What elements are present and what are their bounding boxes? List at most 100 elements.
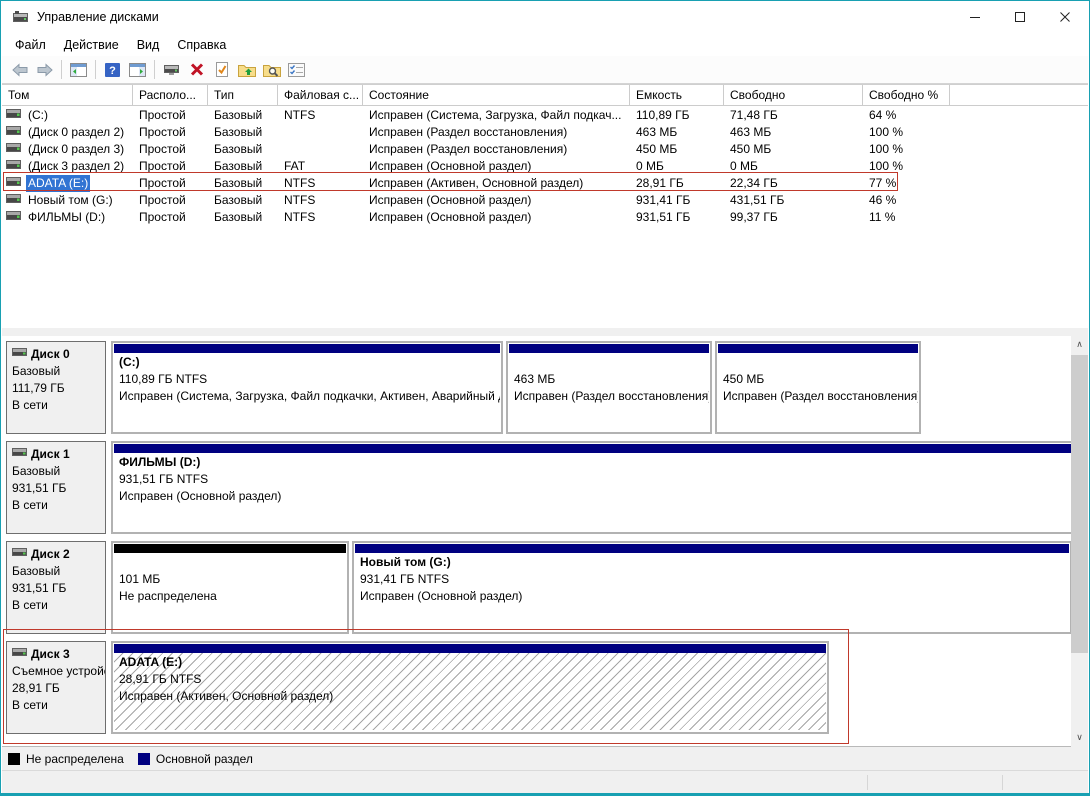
folder-explore-icon[interactable] <box>259 58 284 81</box>
disk-label-box[interactable]: Диск 0 Базовый 111,79 ГБ В сети <box>6 341 106 434</box>
minimize-button[interactable] <box>953 1 998 33</box>
partition-box[interactable]: 450 МБ Исправен (Раздел восстановления) <box>715 341 921 434</box>
column-header-status[interactable]: Состояние <box>363 85 630 105</box>
cell-free-pct: 46 % <box>863 192 950 209</box>
disk-state: В сети <box>12 397 100 414</box>
folder-up-icon[interactable] <box>234 58 259 81</box>
back-icon[interactable] <box>7 58 32 81</box>
table-row[interactable]: ADATA (E:) Простой Базовый NTFS Исправен… <box>2 175 1088 192</box>
cell-free-pct: 77 % <box>863 175 950 192</box>
legend-swatch <box>8 753 20 765</box>
maximize-button[interactable] <box>998 1 1043 33</box>
show-action-pane-icon[interactable] <box>125 58 150 81</box>
column-header-empty <box>950 85 1088 105</box>
toolbar-separator <box>95 60 96 79</box>
disk-name: Диск 3 <box>31 646 70 663</box>
vertical-scrollbar[interactable]: ∧ ∨ <box>1071 336 1088 747</box>
partition-status: Исправен (Раздел восстановления) <box>514 388 704 405</box>
disk-state: В сети <box>12 697 100 714</box>
partition-size: 28,91 ГБ NTFS <box>119 671 821 688</box>
volume-name: Новый том (G:) <box>26 192 115 209</box>
scrollbar-thumb[interactable] <box>1071 355 1088 653</box>
scroll-up-icon[interactable]: ∧ <box>1071 336 1088 353</box>
cell-filesystem: NTFS <box>278 209 363 226</box>
table-header: Том Располо... Тип Файловая с... Состоян… <box>2 85 1088 106</box>
menu-item[interactable]: Справка <box>168 35 235 55</box>
table-row[interactable]: (Диск 3 раздел 2) Простой Базовый FAT Ис… <box>2 158 1088 175</box>
help-icon[interactable]: ? <box>100 58 125 81</box>
delete-volume-icon[interactable] <box>184 58 209 81</box>
legend-label: Основной раздел <box>156 752 253 766</box>
table-row[interactable]: (Диск 0 раздел 3) Простой Базовый Исправ… <box>2 141 1088 158</box>
cell-layout: Простой <box>133 124 208 141</box>
partition-box[interactable]: Новый том (G:) 931,41 ГБ NTFS Исправен (… <box>352 541 1072 634</box>
legend-swatch <box>138 753 150 765</box>
partitions-track: 101 МБ Не распределена Новый том (G:) 93… <box>111 541 1072 634</box>
partition-color-strip <box>114 444 1071 453</box>
partition-color-strip <box>114 544 346 553</box>
cell-filesystem: NTFS <box>278 192 363 209</box>
column-header-free[interactable]: Свободно <box>724 85 863 105</box>
table-row[interactable]: (C:) Простой Базовый NTFS Исправен (Сист… <box>2 107 1088 124</box>
check-document-icon[interactable] <box>209 58 234 81</box>
column-header-type[interactable]: Тип <box>208 85 278 105</box>
cell-status: Исправен (Система, Загрузка, Файл подкач… <box>363 107 630 124</box>
table-row[interactable]: ФИЛЬМЫ (D:) Простой Базовый NTFS Исправе… <box>2 209 1088 226</box>
volume-name: (C:) <box>26 107 50 124</box>
show-console-tree-icon[interactable] <box>66 58 91 81</box>
table-row[interactable]: Новый том (G:) Простой Базовый NTFS Испр… <box>2 192 1088 209</box>
partition-box[interactable]: 463 МБ Исправен (Раздел восстановления) <box>506 341 712 434</box>
scroll-down-icon[interactable]: ∨ <box>1071 729 1088 746</box>
table-row[interactable]: (Диск 0 раздел 2) Простой Базовый Исправ… <box>2 124 1088 141</box>
cell-layout: Простой <box>133 192 208 209</box>
cell-status: Исправен (Раздел восстановления) <box>363 141 630 158</box>
cell-filesystem: NTFS <box>278 107 363 124</box>
disk-label-box[interactable]: Диск 1 Базовый 931,51 ГБ В сети <box>6 441 106 534</box>
disk-graphic-pane: Диск 0 Базовый 111,79 ГБ В сети (C:) 110… <box>2 336 1088 747</box>
disk-view-icon[interactable] <box>159 58 184 81</box>
close-button[interactable] <box>1043 1 1088 33</box>
volume-icon <box>6 158 21 175</box>
partition-box[interactable]: 101 МБ Не распределена <box>111 541 349 634</box>
disk-label-box[interactable]: Диск 2 Базовый 931,51 ГБ В сети <box>6 541 106 634</box>
partition-status: Исправен (Активен, Основной раздел) <box>119 688 821 705</box>
partition-box[interactable]: (C:) 110,89 ГБ NTFS Исправен (Система, З… <box>111 341 503 434</box>
column-header-free-pct[interactable]: Свободно % <box>863 85 950 105</box>
volume-icon <box>6 175 21 192</box>
cell-free: 22,34 ГБ <box>724 175 863 192</box>
partition-status: Исправен (Основной раздел) <box>119 488 1066 505</box>
forward-icon[interactable] <box>32 58 57 81</box>
disk-drive-icon <box>12 11 29 24</box>
partition-size: 463 МБ <box>514 371 704 388</box>
partition-status: Исправен (Основной раздел) <box>360 588 1064 605</box>
column-header-volume[interactable]: Том <box>2 85 133 105</box>
partition-box[interactable]: ФИЛЬМЫ (D:) 931,51 ГБ NTFS Исправен (Осн… <box>111 441 1074 534</box>
pane-splitter[interactable] <box>2 328 1088 336</box>
partition-size: 931,51 ГБ NTFS <box>119 471 1066 488</box>
partition-label <box>514 354 704 371</box>
menu-item[interactable]: Вид <box>128 35 169 55</box>
properties-list-icon[interactable] <box>284 58 309 81</box>
disk-size: 28,91 ГБ <box>12 680 100 697</box>
menu-item[interactable]: Действие <box>55 35 128 55</box>
window-title: Управление дисками <box>37 10 159 24</box>
cell-free: 431,51 ГБ <box>724 192 863 209</box>
disk-label-box[interactable]: Диск 3 Съемное устройство 28,91 ГБ В сет… <box>6 641 106 734</box>
column-header-filesystem[interactable]: Файловая с... <box>278 85 363 105</box>
partition-box[interactable]: ADATA (E:) 28,91 ГБ NTFS Исправен (Актив… <box>111 641 829 734</box>
partition-size: 450 МБ <box>723 371 913 388</box>
column-header-layout[interactable]: Располо... <box>133 85 208 105</box>
cell-type: Базовый <box>208 124 278 141</box>
disk-row: Диск 3 Съемное устройство 28,91 ГБ В сет… <box>5 641 1066 734</box>
disk-size: 931,51 ГБ <box>12 480 100 497</box>
legend-label: Не распределена <box>26 752 124 766</box>
disk-state: В сети <box>12 597 100 614</box>
cell-free: 450 МБ <box>724 141 863 158</box>
column-header-capacity[interactable]: Емкость <box>630 85 724 105</box>
table-body: (C:) Простой Базовый NTFS Исправен (Сист… <box>2 107 1088 226</box>
cell-layout: Простой <box>133 158 208 175</box>
partition-label: ADATA (E:) <box>119 654 821 671</box>
menu-item[interactable]: Файл <box>6 35 55 55</box>
cell-type: Базовый <box>208 158 278 175</box>
volume-name: ADATA (E:) <box>26 175 90 192</box>
